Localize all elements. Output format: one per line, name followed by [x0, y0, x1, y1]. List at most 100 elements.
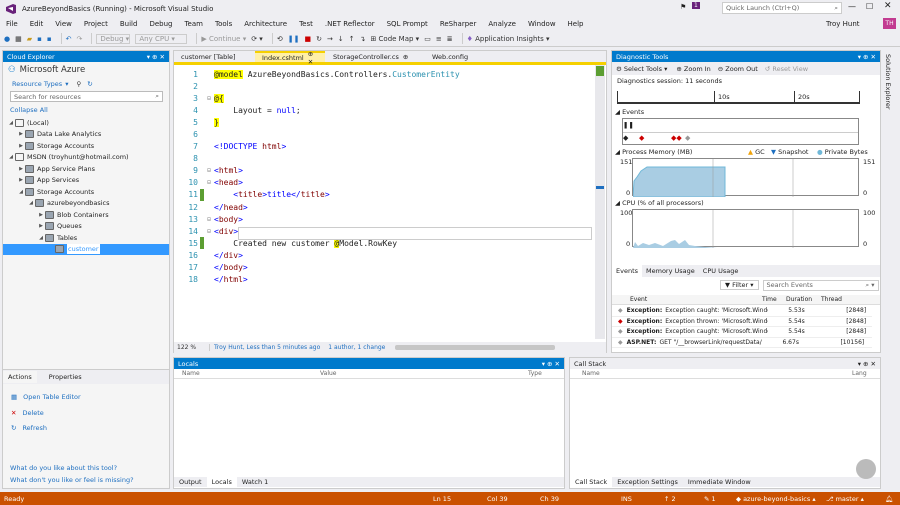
editor-tab[interactable]: customer [Table]: [174, 51, 254, 62]
menu-file[interactable]: File: [6, 20, 18, 28]
expand-arrow-icon[interactable]: ◢: [7, 120, 15, 126]
callstack-col-lang[interactable]: Lang: [852, 370, 867, 377]
event-row[interactable]: ◆ Exception: Exception caught: 'Microsoft.…: [612, 306, 872, 317]
save-icon[interactable]: ▪: [37, 35, 42, 43]
menu-window[interactable]: Window: [528, 20, 556, 28]
select-tools-button[interactable]: ⚙ Select Tools ▾: [616, 65, 667, 73]
bottom-tab[interactable]: Call Stack: [570, 477, 613, 487]
tree-item[interactable]: customer: [3, 243, 169, 255]
code-line[interactable]: 4 Layout = null;: [174, 104, 606, 116]
author-codelens[interactable]: Troy Hunt, Less than 5 minutes ago: [210, 344, 324, 351]
bottom-tab[interactable]: Locals: [206, 477, 237, 487]
tree-item[interactable]: ▶ Queues: [3, 221, 169, 233]
tab-actions[interactable]: Actions: [3, 371, 37, 383]
menu-analyze[interactable]: Analyze: [488, 20, 516, 28]
diag-tab[interactable]: Memory Usage: [642, 265, 699, 277]
col-thread[interactable]: Thread: [821, 296, 851, 303]
events-track[interactable]: ❚❚ ◆ ◆ ◆◆ ◆: [622, 118, 859, 145]
code-line[interactable]: 18 </html >: [174, 274, 606, 286]
fold-icon[interactable]: ⊟: [204, 216, 214, 223]
menu-team[interactable]: Team: [184, 20, 203, 28]
menu-debug[interactable]: Debug: [149, 20, 172, 28]
user-avatar[interactable]: TH: [883, 18, 896, 29]
col-time[interactable]: Time: [762, 296, 786, 303]
status-changes[interactable]: ✎ 1: [704, 495, 716, 503]
step-icon[interactable]: →: [327, 35, 333, 43]
tree-item[interactable]: ▶ Data Lake Analytics: [3, 129, 169, 141]
menu-architecture[interactable]: Architecture: [244, 20, 287, 28]
account-manage-icon[interactable]: ⚲: [76, 80, 81, 88]
pause-icon[interactable]: ❚❚: [288, 35, 300, 43]
save-all-icon[interactable]: ▪: [47, 35, 52, 43]
fold-icon[interactable]: ⊟: [204, 179, 214, 186]
tree-item[interactable]: ◢ Storage Accounts: [3, 186, 169, 198]
editor-tab[interactable]: Index.cshtml ⊕ ✕: [255, 50, 325, 66]
code-line[interactable]: 8: [174, 153, 606, 165]
code-line[interactable]: 6: [174, 128, 606, 140]
horizontal-scrollbar[interactable]: [395, 345, 556, 350]
tree-item[interactable]: ▶ Blob Containers: [3, 209, 169, 221]
locals-col-value[interactable]: Value: [320, 370, 528, 377]
fold-icon[interactable]: ⊟: [204, 228, 214, 235]
redo-icon[interactable]: ↷: [77, 35, 83, 43]
menu-view[interactable]: View: [55, 20, 72, 28]
restart-icon[interactable]: ⟲: [277, 35, 283, 43]
bottom-tab[interactable]: Immediate Window: [683, 477, 756, 487]
fold-icon[interactable]: ⊟: [204, 95, 214, 102]
resource-search-input[interactable]: Search for resources ⌕: [10, 91, 163, 102]
expand-arrow-icon[interactable]: ◢: [37, 235, 45, 241]
expand-arrow-icon[interactable]: ◢: [17, 189, 25, 195]
continue-button[interactable]: ▶ Continue ▾: [201, 35, 246, 43]
tree-item[interactable]: ▶ Storage Accounts: [3, 140, 169, 152]
panel-pin-icon[interactable]: ▾ ⊕ ✕: [542, 360, 560, 368]
expand-arrow-icon[interactable]: ▶: [37, 223, 45, 229]
uncomment-icon[interactable]: ≣: [447, 35, 453, 43]
zoom-out-button[interactable]: ⊖ Zoom Out: [718, 65, 758, 73]
menu-project[interactable]: Project: [84, 20, 108, 28]
tree-item[interactable]: ◢ azurebeyondbasics: [3, 198, 169, 210]
tree-item[interactable]: ◢ MSDN (troyhunt@hotmail.com): [3, 152, 169, 164]
status-unpushed[interactable]: ↑ 2: [664, 495, 676, 503]
menu-help[interactable]: Help: [568, 20, 584, 28]
code-line[interactable]: 12 </head >: [174, 201, 606, 213]
code-area[interactable]: 1 @model AzureBeyondBasics.Controllers. Cu…: [174, 65, 606, 286]
event-row[interactable]: ◆ Exception: Exception caught: 'Microsoft.…: [612, 327, 872, 338]
close-tab-icon[interactable]: ⊕ ✕: [308, 50, 318, 66]
maximize-button[interactable]: ☐: [866, 2, 873, 11]
panel-pin-icon[interactable]: ▾ ⊕ ✕: [858, 53, 876, 61]
tree-item[interactable]: ◢ (Local): [3, 117, 169, 129]
code-line[interactable]: 13 ⊟ < body >: [174, 213, 606, 225]
editor-tab[interactable]: Web.config: [425, 51, 475, 62]
quick-launch-input[interactable]: Quick Launch (Ctrl+Q) ⌕: [722, 2, 842, 14]
timeline-ruler[interactable]: 10s 20s: [617, 91, 860, 104]
refresh-icon[interactable]: ↻: [87, 80, 92, 88]
tab-properties[interactable]: Properties: [37, 371, 94, 383]
code-line[interactable]: 9 ⊟ < html >: [174, 165, 606, 177]
panel-pin-icon[interactable]: ▾ ⊕ ✕: [147, 53, 165, 61]
col-event[interactable]: Event: [630, 296, 762, 303]
step-over-icon[interactable]: ↴: [360, 35, 366, 43]
tree-item[interactable]: ▶ App Services: [3, 175, 169, 187]
expand-arrow-icon[interactable]: ◢: [27, 200, 35, 206]
code-line[interactable]: 7 <!DOCTYPE html >: [174, 141, 606, 153]
expand-arrow-icon[interactable]: ▶: [17, 166, 25, 172]
stop-icon[interactable]: ■: [304, 35, 311, 43]
appinsights-button[interactable]: ♦ Application Insights ▾: [467, 35, 550, 43]
expand-arrow-icon[interactable]: ▶: [17, 177, 25, 183]
menu-tools[interactable]: Tools: [215, 20, 232, 28]
memory-graph[interactable]: [632, 158, 859, 198]
restart-debug-icon[interactable]: ↻: [316, 35, 322, 43]
new-project-icon[interactable]: ▦: [15, 35, 22, 43]
fold-icon[interactable]: ⊟: [204, 167, 214, 174]
config-select[interactable]: Debug ▾: [96, 33, 131, 44]
panel-pin-icon[interactable]: ▾ ⊕ ✕: [858, 360, 876, 368]
code-line[interactable]: 1 @model AzureBeyondBasics.Controllers. Cu…: [174, 68, 606, 80]
tree-item[interactable]: ◢ Tables: [3, 232, 169, 244]
back-icon[interactable]: ●: [4, 35, 10, 43]
menu-edit[interactable]: Edit: [30, 20, 44, 28]
menu-resharper[interactable]: ReSharper: [440, 20, 477, 28]
changes-codelens[interactable]: 1 author, 1 change: [324, 344, 389, 351]
menu-netreflector[interactable]: .NET Reflector: [325, 20, 375, 28]
code-line[interactable]: 16 </div >: [174, 249, 606, 261]
search-events-input[interactable]: Search Events ⌕ ▾: [762, 279, 879, 291]
